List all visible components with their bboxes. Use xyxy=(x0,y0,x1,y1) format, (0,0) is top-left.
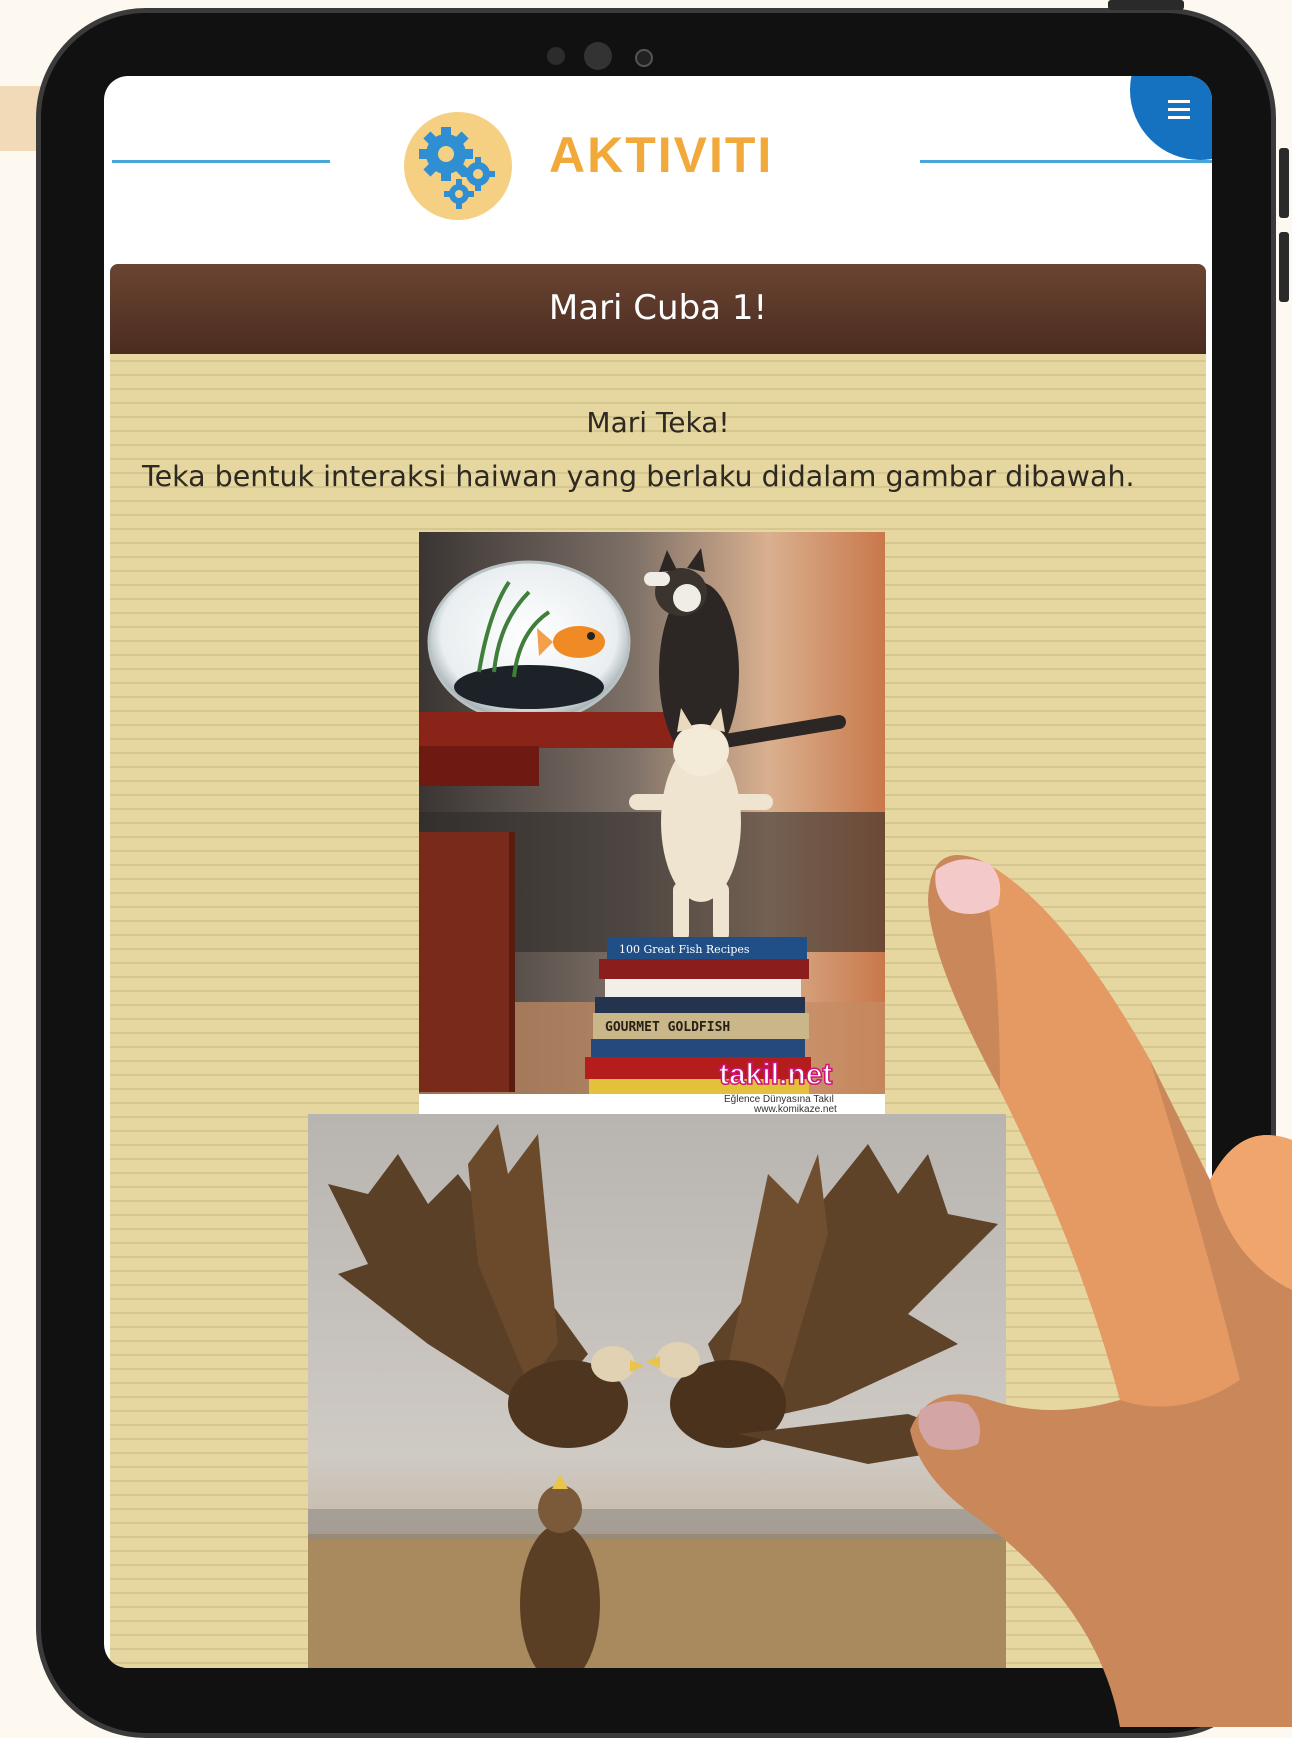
pointing-hand-illustration xyxy=(910,855,1292,1727)
